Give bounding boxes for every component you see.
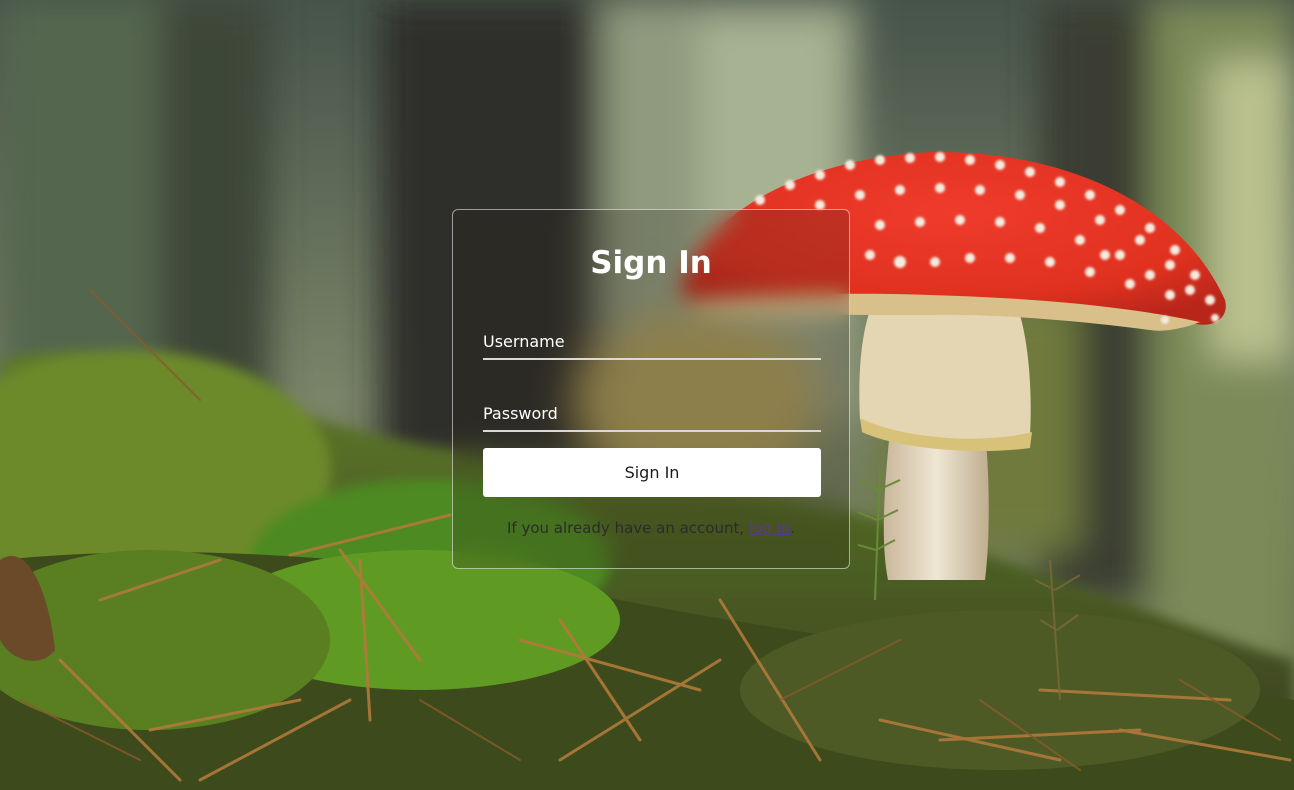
sign-in-button[interactable]: Sign In bbox=[483, 448, 821, 497]
sign-in-title: Sign In bbox=[590, 245, 712, 281]
account-prompt-text: If you already have an account, bbox=[506, 519, 749, 537]
password-field-wrapper bbox=[483, 396, 821, 432]
account-prompt: If you already have an account, log in. bbox=[453, 518, 849, 538]
password-input[interactable] bbox=[483, 396, 821, 430]
username-field-wrapper bbox=[483, 324, 821, 360]
background-photo: Sign In Sign In If you already have an a… bbox=[0, 0, 1294, 790]
account-prompt-suffix: . bbox=[790, 519, 795, 537]
sign-in-card: Sign In Sign In If you already have an a… bbox=[452, 209, 850, 569]
log-in-link[interactable]: log in bbox=[749, 519, 790, 537]
username-input[interactable] bbox=[483, 324, 821, 358]
